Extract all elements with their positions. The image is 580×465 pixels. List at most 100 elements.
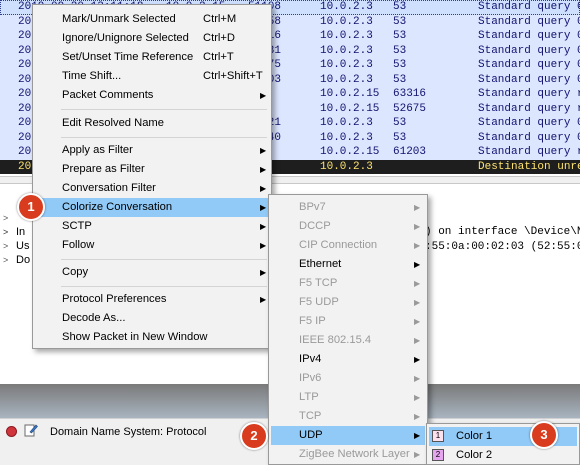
callout-badge-1: 1 [17, 193, 45, 221]
menu-item-shortcut: Ctrl+T [203, 51, 234, 63]
menu-item-label: F5 IP [299, 315, 326, 327]
packet-dst-port: 53 [393, 44, 407, 57]
status-text: Domain Name System: Protocol [50, 426, 207, 438]
menu-item-ltp[interactable]: LTP ▶ [271, 388, 425, 407]
menu-item-udp[interactable]: UDP ▶ [271, 426, 425, 445]
menu-item-label: F5 TCP [299, 277, 338, 289]
packet-destination: 10.0.2.3 [320, 1, 373, 13]
menu-item-time-reference[interactable]: Set/Unset Time Reference Ctrl+T [35, 48, 269, 67]
packet-destination: 10.0.2.3 [320, 44, 373, 57]
packet-info: Destination unrea [478, 160, 580, 173]
menu-item-label: ZigBee Network Layer [299, 448, 410, 460]
details-row-label: Do [16, 254, 31, 266]
packet-dst-port: 53 [393, 117, 407, 129]
menu-separator [61, 259, 267, 260]
submenu-arrow-icon: ▶ [414, 241, 421, 250]
menu-item-color-2[interactable]: 2 Color 2 [429, 446, 577, 465]
submenu-arrow-icon: ▶ [414, 450, 421, 459]
packet-info: Standard query 0x [478, 44, 580, 57]
menu-item-mark-unmark[interactable]: Mark/Unmark Selected Ctrl+M [35, 10, 269, 29]
menu-item-colorize-conversation[interactable]: Colorize Conversation ▶ [35, 198, 269, 217]
menu-item-label: BPv7 [299, 201, 326, 213]
submenu-arrow-icon: ▶ [414, 317, 421, 326]
expand-arrow-icon[interactable]: > [3, 212, 8, 225]
menu-item-dccp[interactable]: DCCP ▶ [271, 217, 425, 236]
menu-item-copy[interactable]: Copy ▶ [35, 263, 269, 282]
expand-arrow-icon[interactable]: > [3, 240, 8, 253]
menu-item-label: Apply as Filter [62, 144, 133, 156]
menu-item-label: Follow [62, 239, 95, 251]
menu-item-conversation-filter[interactable]: Conversation Filter ▶ [35, 179, 269, 198]
packet-time: 20 [18, 73, 32, 86]
packet-info: Standard query 0x [478, 59, 580, 71]
packet-destination: 10.0.2.15 [320, 146, 380, 158]
menu-item-label: IPv6 [299, 372, 322, 384]
expert-info-icon[interactable] [6, 426, 17, 437]
menu-item-edit-resolved-name[interactable]: Edit Resolved Name [35, 114, 269, 133]
packet-dst-port: 53 [393, 30, 407, 42]
menu-item-protocol-preferences[interactable]: Protocol Preferences ▶ [35, 290, 269, 309]
packet-time: 20 [18, 117, 32, 129]
menu-item-f5-tcp[interactable]: F5 TCP ▶ [271, 274, 425, 293]
menu-item-ipv4[interactable]: IPv4 ▶ [271, 350, 425, 369]
menu-item-f5-ip[interactable]: F5 IP ▶ [271, 312, 425, 331]
menu-item-label: TCP [299, 410, 322, 422]
menu-separator [61, 286, 267, 287]
packet-dst-port: 63316 [393, 88, 427, 100]
menu-item-label: Ignore/Unignore Selected [62, 32, 189, 44]
submenu-arrow-icon: ▶ [414, 203, 421, 212]
packet-dst-port: 61203 [393, 146, 427, 158]
packet-destination: 10.0.2.3 [320, 15, 373, 28]
menu-item-shortcut: Ctrl+Shift+T [203, 70, 263, 82]
menu-item-ignore-unignore[interactable]: Ignore/Unignore Selected Ctrl+D [35, 29, 269, 48]
packet-destination: 10.0.2.3 [320, 59, 373, 71]
colorize-conversation-submenu: BPv7 ▶ DCCP ▶ CIP Connection ▶ Ethernet … [268, 194, 428, 465]
submenu-arrow-icon: ▶ [260, 241, 267, 250]
menu-item-show-packet-new-window[interactable]: Show Packet in New Window [35, 328, 269, 347]
submenu-arrow-icon: ▶ [260, 268, 267, 277]
menu-separator [61, 109, 267, 110]
menu-item-label: UDP [299, 429, 323, 441]
callout-badge-3: 3 [530, 421, 558, 449]
menu-item-label: Set/Unset Time Reference [62, 51, 194, 63]
submenu-arrow-icon: ▶ [414, 222, 421, 231]
menu-item-ipv6[interactable]: IPv6 ▶ [271, 369, 425, 388]
packet-dst-port: 52675 [393, 102, 427, 115]
packet-time: 20 [18, 131, 32, 144]
menu-item-shortcut: Ctrl+M [203, 13, 237, 25]
menu-item-cip-connection[interactable]: CIP Connection ▶ [271, 236, 425, 255]
expand-arrow-icon[interactable]: > [3, 226, 8, 239]
menu-item-tcp[interactable]: TCP ▶ [271, 407, 425, 426]
menu-item-bpv7[interactable]: BPv7 ▶ [271, 198, 425, 217]
edit-comment-icon[interactable] [24, 423, 38, 437]
packet-info: Standard query 0x [478, 15, 580, 28]
menu-item-label: Mark/Unmark Selected [62, 13, 176, 25]
packet-time: 20 [18, 30, 32, 42]
menu-item-prepare-as-filter[interactable]: Prepare as Filter ▶ [35, 160, 269, 179]
submenu-arrow-icon: ▶ [414, 374, 421, 383]
packet-time: 20 [18, 160, 32, 173]
menu-item-ethernet[interactable]: Ethernet ▶ [271, 255, 425, 274]
callout-badge-2: 2 [240, 422, 268, 450]
menu-item-decode-as[interactable]: Decode As... [35, 309, 269, 328]
menu-item-label: Time Shift... [62, 70, 122, 82]
menu-item-apply-as-filter[interactable]: Apply as Filter ▶ [35, 141, 269, 160]
menu-item-label: SCTP [62, 220, 92, 232]
menu-item-packet-comments[interactable]: Packet Comments ▶ [35, 86, 269, 105]
details-row-label: In [16, 226, 26, 238]
menu-item-label: Protocol Preferences [62, 293, 167, 305]
details-row-label: Us [16, 240, 30, 252]
menu-item-follow[interactable]: Follow ▶ [35, 236, 269, 255]
menu-item-label: F5 UDP [299, 296, 339, 308]
packet-destination: 10.0.2.3 [320, 30, 373, 42]
menu-item-label: Show Packet in New Window [62, 331, 208, 343]
menu-item-zigbee-network-layer[interactable]: ZigBee Network Layer ▶ [271, 445, 425, 464]
expand-arrow-icon[interactable]: > [3, 254, 8, 267]
menu-item-sctp[interactable]: SCTP ▶ [35, 217, 269, 236]
menu-item-time-shift[interactable]: Time Shift... Ctrl+Shift+T [35, 67, 269, 86]
packet-info: Standard query 0x [478, 73, 580, 86]
menu-item-ieee-802-15-4[interactable]: IEEE 802.15.4 ▶ [271, 331, 425, 350]
frame-summary-text: ) on interface \Device\NP [425, 226, 580, 238]
submenu-arrow-icon: ▶ [414, 355, 421, 364]
menu-item-f5-udp[interactable]: F5 UDP ▶ [271, 293, 425, 312]
